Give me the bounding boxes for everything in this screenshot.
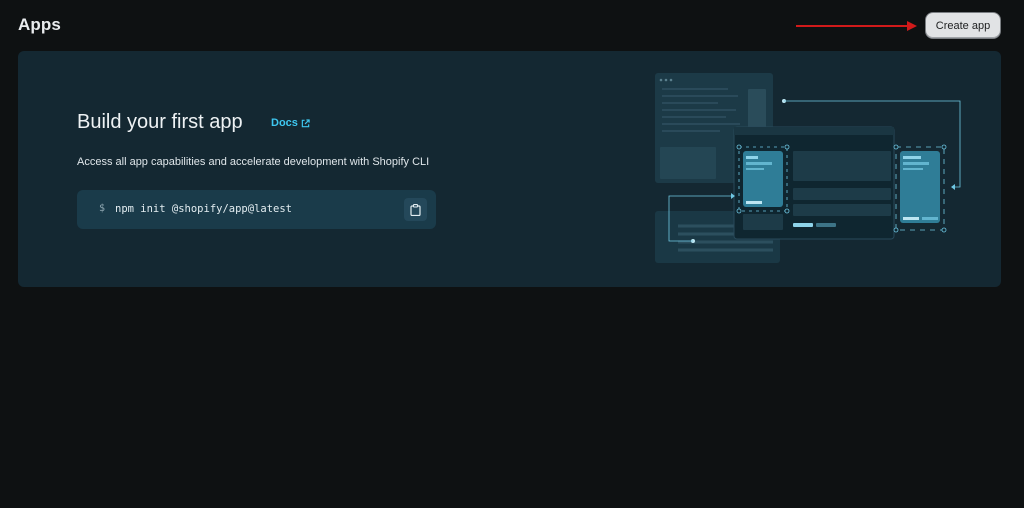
- cli-command: npm init @shopify/app@latest: [115, 203, 293, 215]
- cli-command-box: $ npm init @shopify/app@latest: [77, 190, 436, 229]
- docs-link[interactable]: Docs: [271, 117, 310, 129]
- create-app-button[interactable]: Create app: [926, 13, 1000, 38]
- page-title: Apps: [18, 15, 61, 34]
- build-first-app-banner: Build your first app Docs Access all app…: [18, 51, 1001, 287]
- copy-command-button[interactable]: [404, 198, 427, 221]
- red-arrow-icon: [796, 21, 917, 31]
- external-link-icon: [301, 118, 310, 127]
- app-builder-illustration: [655, 73, 961, 263]
- clipboard-icon: [410, 203, 421, 216]
- banner-title: Build your first app: [77, 111, 243, 133]
- docs-link-label: Docs: [271, 117, 298, 129]
- apps-page: Apps Create app Build your first app Doc…: [0, 0, 1024, 508]
- banner-description: Access all app capabilities and accelera…: [77, 156, 430, 168]
- command-prompt: $: [99, 203, 106, 214]
